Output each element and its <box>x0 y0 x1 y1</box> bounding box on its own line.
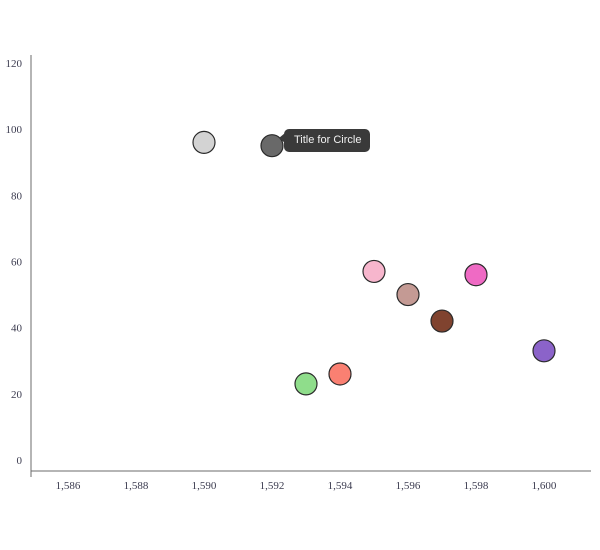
dimgray-point[interactable] <box>260 134 284 158</box>
mediumpurple-point[interactable] <box>532 339 556 363</box>
lightgreen-point[interactable] <box>294 372 318 396</box>
y-tick-label: 120 <box>6 58 23 70</box>
y-tick-label: 60 <box>11 257 23 269</box>
lightpink-point[interactable] <box>362 259 386 284</box>
hotpink-point[interactable] <box>464 263 488 287</box>
lightgray-point[interactable] <box>192 130 216 154</box>
y-tick-label: 100 <box>6 124 23 136</box>
y-tick-label: 80 <box>11 190 23 202</box>
x-tick-label: 1,596 <box>396 480 421 492</box>
y-tick-label: 20 <box>11 389 23 401</box>
plot-area-background <box>31 55 591 471</box>
x-tick-label: 1,594 <box>328 480 353 492</box>
y-tick-label: 40 <box>11 323 23 335</box>
x-tick-label: 1,586 <box>56 480 81 492</box>
chart-canvas: 0 20 40 60 80 100 120 1,586 1,588 1,590 1,592 1,59… <box>6 55 591 492</box>
saddlebrown-point[interactable] <box>430 309 454 333</box>
y-tick-label: 0 <box>17 455 23 467</box>
x-axis: 1,586 1,588 1,590 1,592 1,594 1,596 1,598 1,600 <box>30 470 591 492</box>
y-axis: 0 20 40 60 80 100 120 <box>6 55 32 471</box>
x-tick-label: 1,590 <box>192 480 217 492</box>
salmon-point[interactable] <box>328 362 352 386</box>
x-tick-label: 1,598 <box>464 480 489 492</box>
x-tick-label: 1,588 <box>124 480 149 492</box>
x-tick-label: 1,592 <box>260 480 285 492</box>
x-tick-label: 1,600 <box>532 480 557 492</box>
scatter-chart: 0 20 40 60 80 100 120 1,586 1,588 1,590 1,592 1,59… <box>0 0 600 550</box>
rosybrown-point[interactable] <box>396 282 420 307</box>
